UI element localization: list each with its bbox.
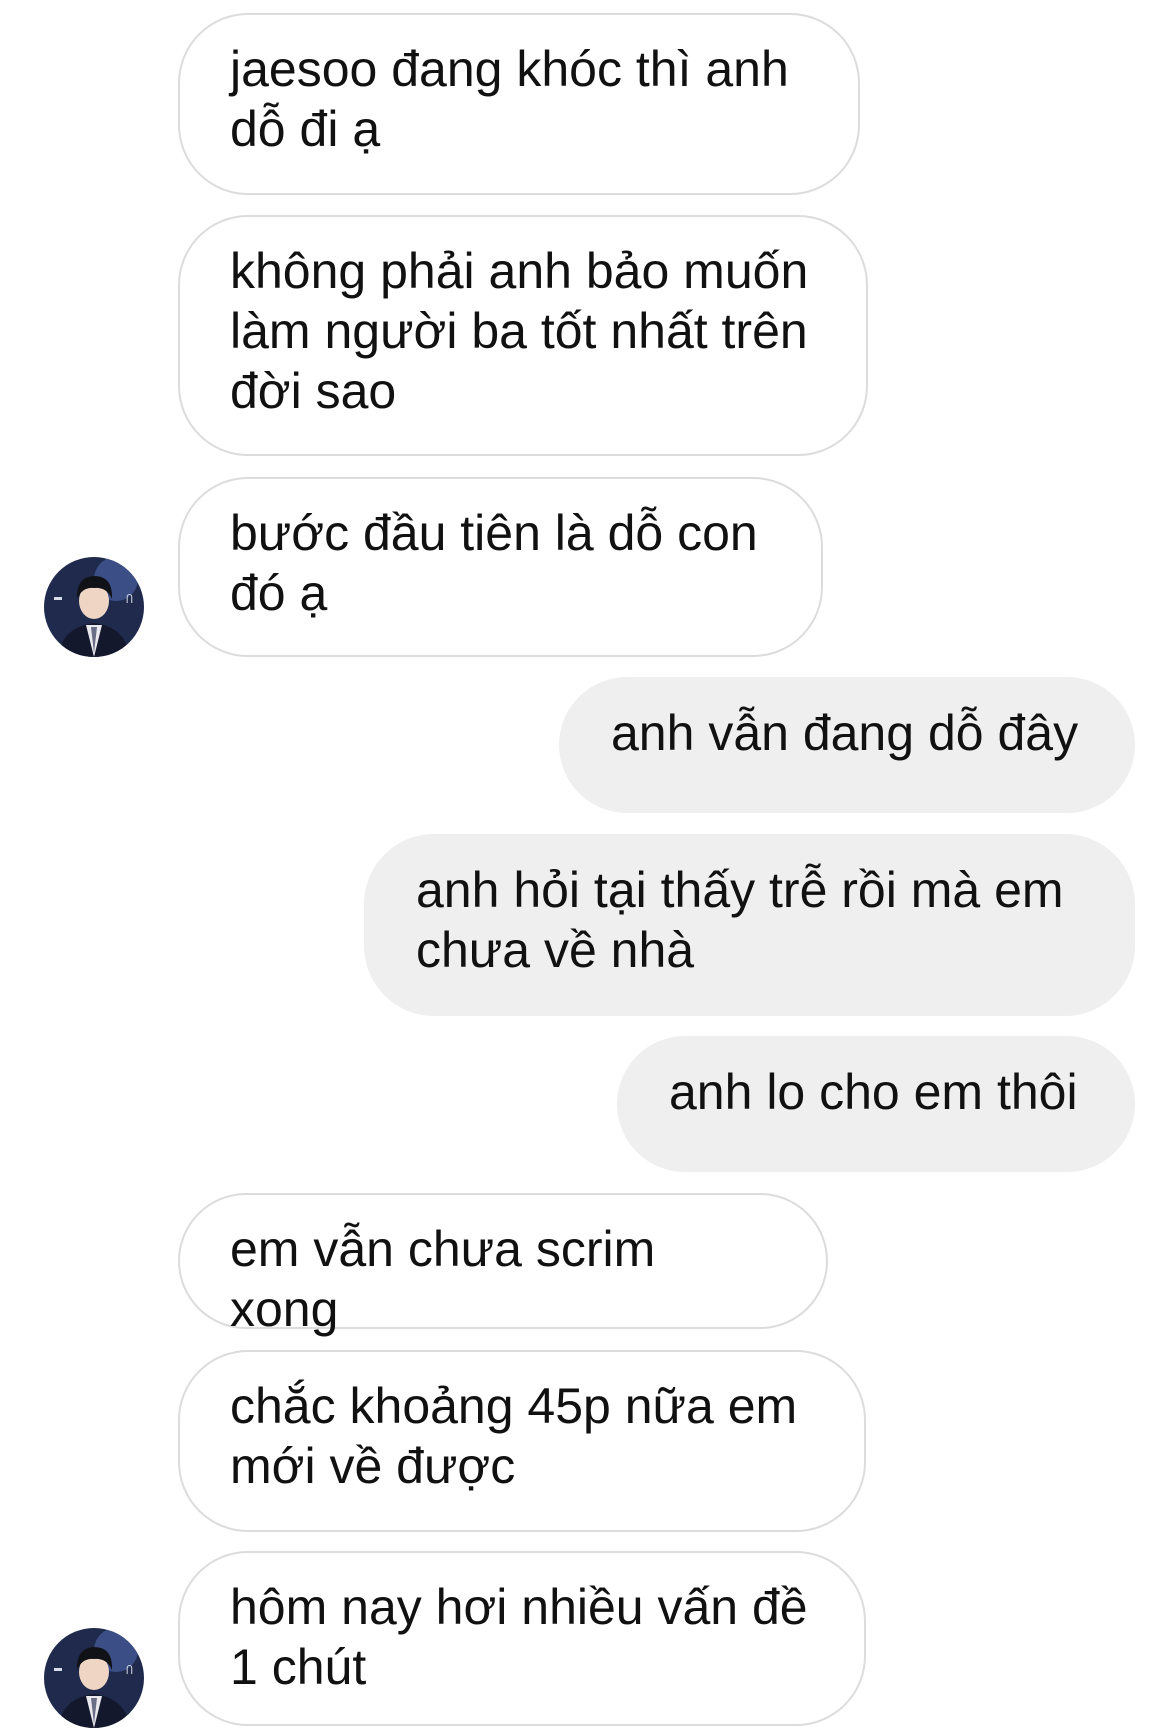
svg-text:Ⴖ: Ⴖ [126,593,133,606]
svg-text:Ⴖ: Ⴖ [126,1664,133,1677]
contact-photo-icon: Ⴖ [44,557,144,657]
message-bubble-incoming[interactable]: em vẫn chưa scrim xong [178,1193,828,1337]
message-bubble-incoming[interactable]: không phải anh bảo muốn làm người ba tốt… [178,215,868,456]
message-bubble-outgoing[interactable]: anh lo cho em thôi [617,1036,1135,1172]
chat-thread: jaesoo đang khóc thì anh dỗ đi ạ không p… [0,0,1170,1728]
message-bubble-outgoing[interactable]: anh hỏi tại thấy trễ rồi mà em chưa về n… [364,834,1135,1016]
sender-avatar[interactable]: Ⴖ [44,1628,144,1728]
message-bubble-incoming[interactable]: jaesoo đang khóc thì anh dỗ đi ạ [178,13,860,195]
contact-photo-icon: Ⴖ [44,1628,144,1728]
message-bubble-outgoing[interactable]: anh vẫn đang dỗ đây [559,677,1135,813]
message-bubble-incoming[interactable]: hôm nay hơi nhiều vấn đề 1 chút [178,1551,866,1726]
message-bubble-incoming[interactable]: chắc khoảng 45p nữa em mới về được [178,1350,866,1532]
sender-avatar[interactable]: Ⴖ [44,557,144,657]
message-bubble-incoming[interactable]: bước đầu tiên là dỗ con đó ạ [178,477,823,657]
